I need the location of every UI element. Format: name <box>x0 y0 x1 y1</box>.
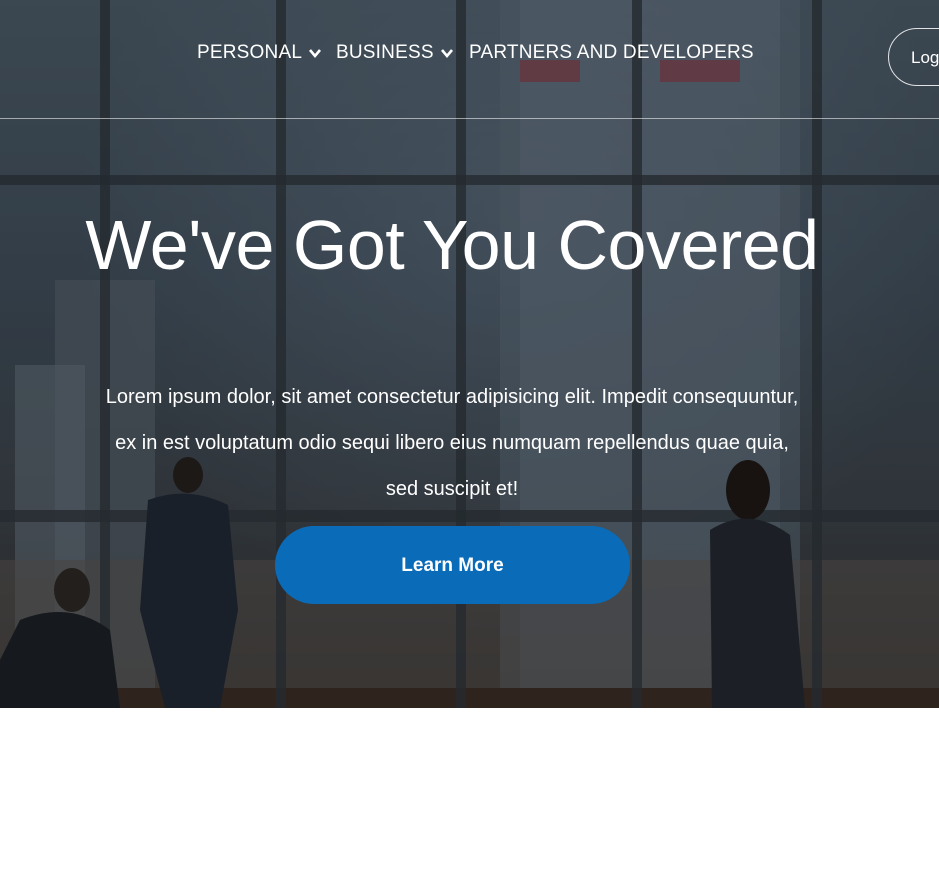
nav-item-partners-and-developers[interactable]: PARTNERS AND DEVELOPERS <box>469 42 754 64</box>
nav-item-label: PARTNERS AND DEVELOPERS <box>469 42 754 63</box>
nav-item-label: PERSONAL <box>197 42 303 63</box>
nav-item-label: BUSINESS <box>336 42 434 63</box>
top-navigation: PERSONAL BUSINESS PARTNERS AND DEVELOPER… <box>0 0 939 119</box>
chevron-down-icon <box>440 49 453 59</box>
learn-more-button[interactable]: Learn More <box>275 526 630 604</box>
nav-item-business[interactable]: BUSINESS <box>336 42 454 64</box>
hero-description: Lorem ipsum dolor, sit amet consectetur … <box>105 386 799 500</box>
hero-title: We've Got You Covered <box>85 206 819 284</box>
chevron-down-icon <box>309 49 322 59</box>
login-button[interactable]: Login <box>888 28 939 86</box>
hero-section: PERSONAL BUSINESS PARTNERS AND DEVELOPER… <box>0 0 939 708</box>
nav-item-personal[interactable]: PERSONAL <box>197 42 322 64</box>
